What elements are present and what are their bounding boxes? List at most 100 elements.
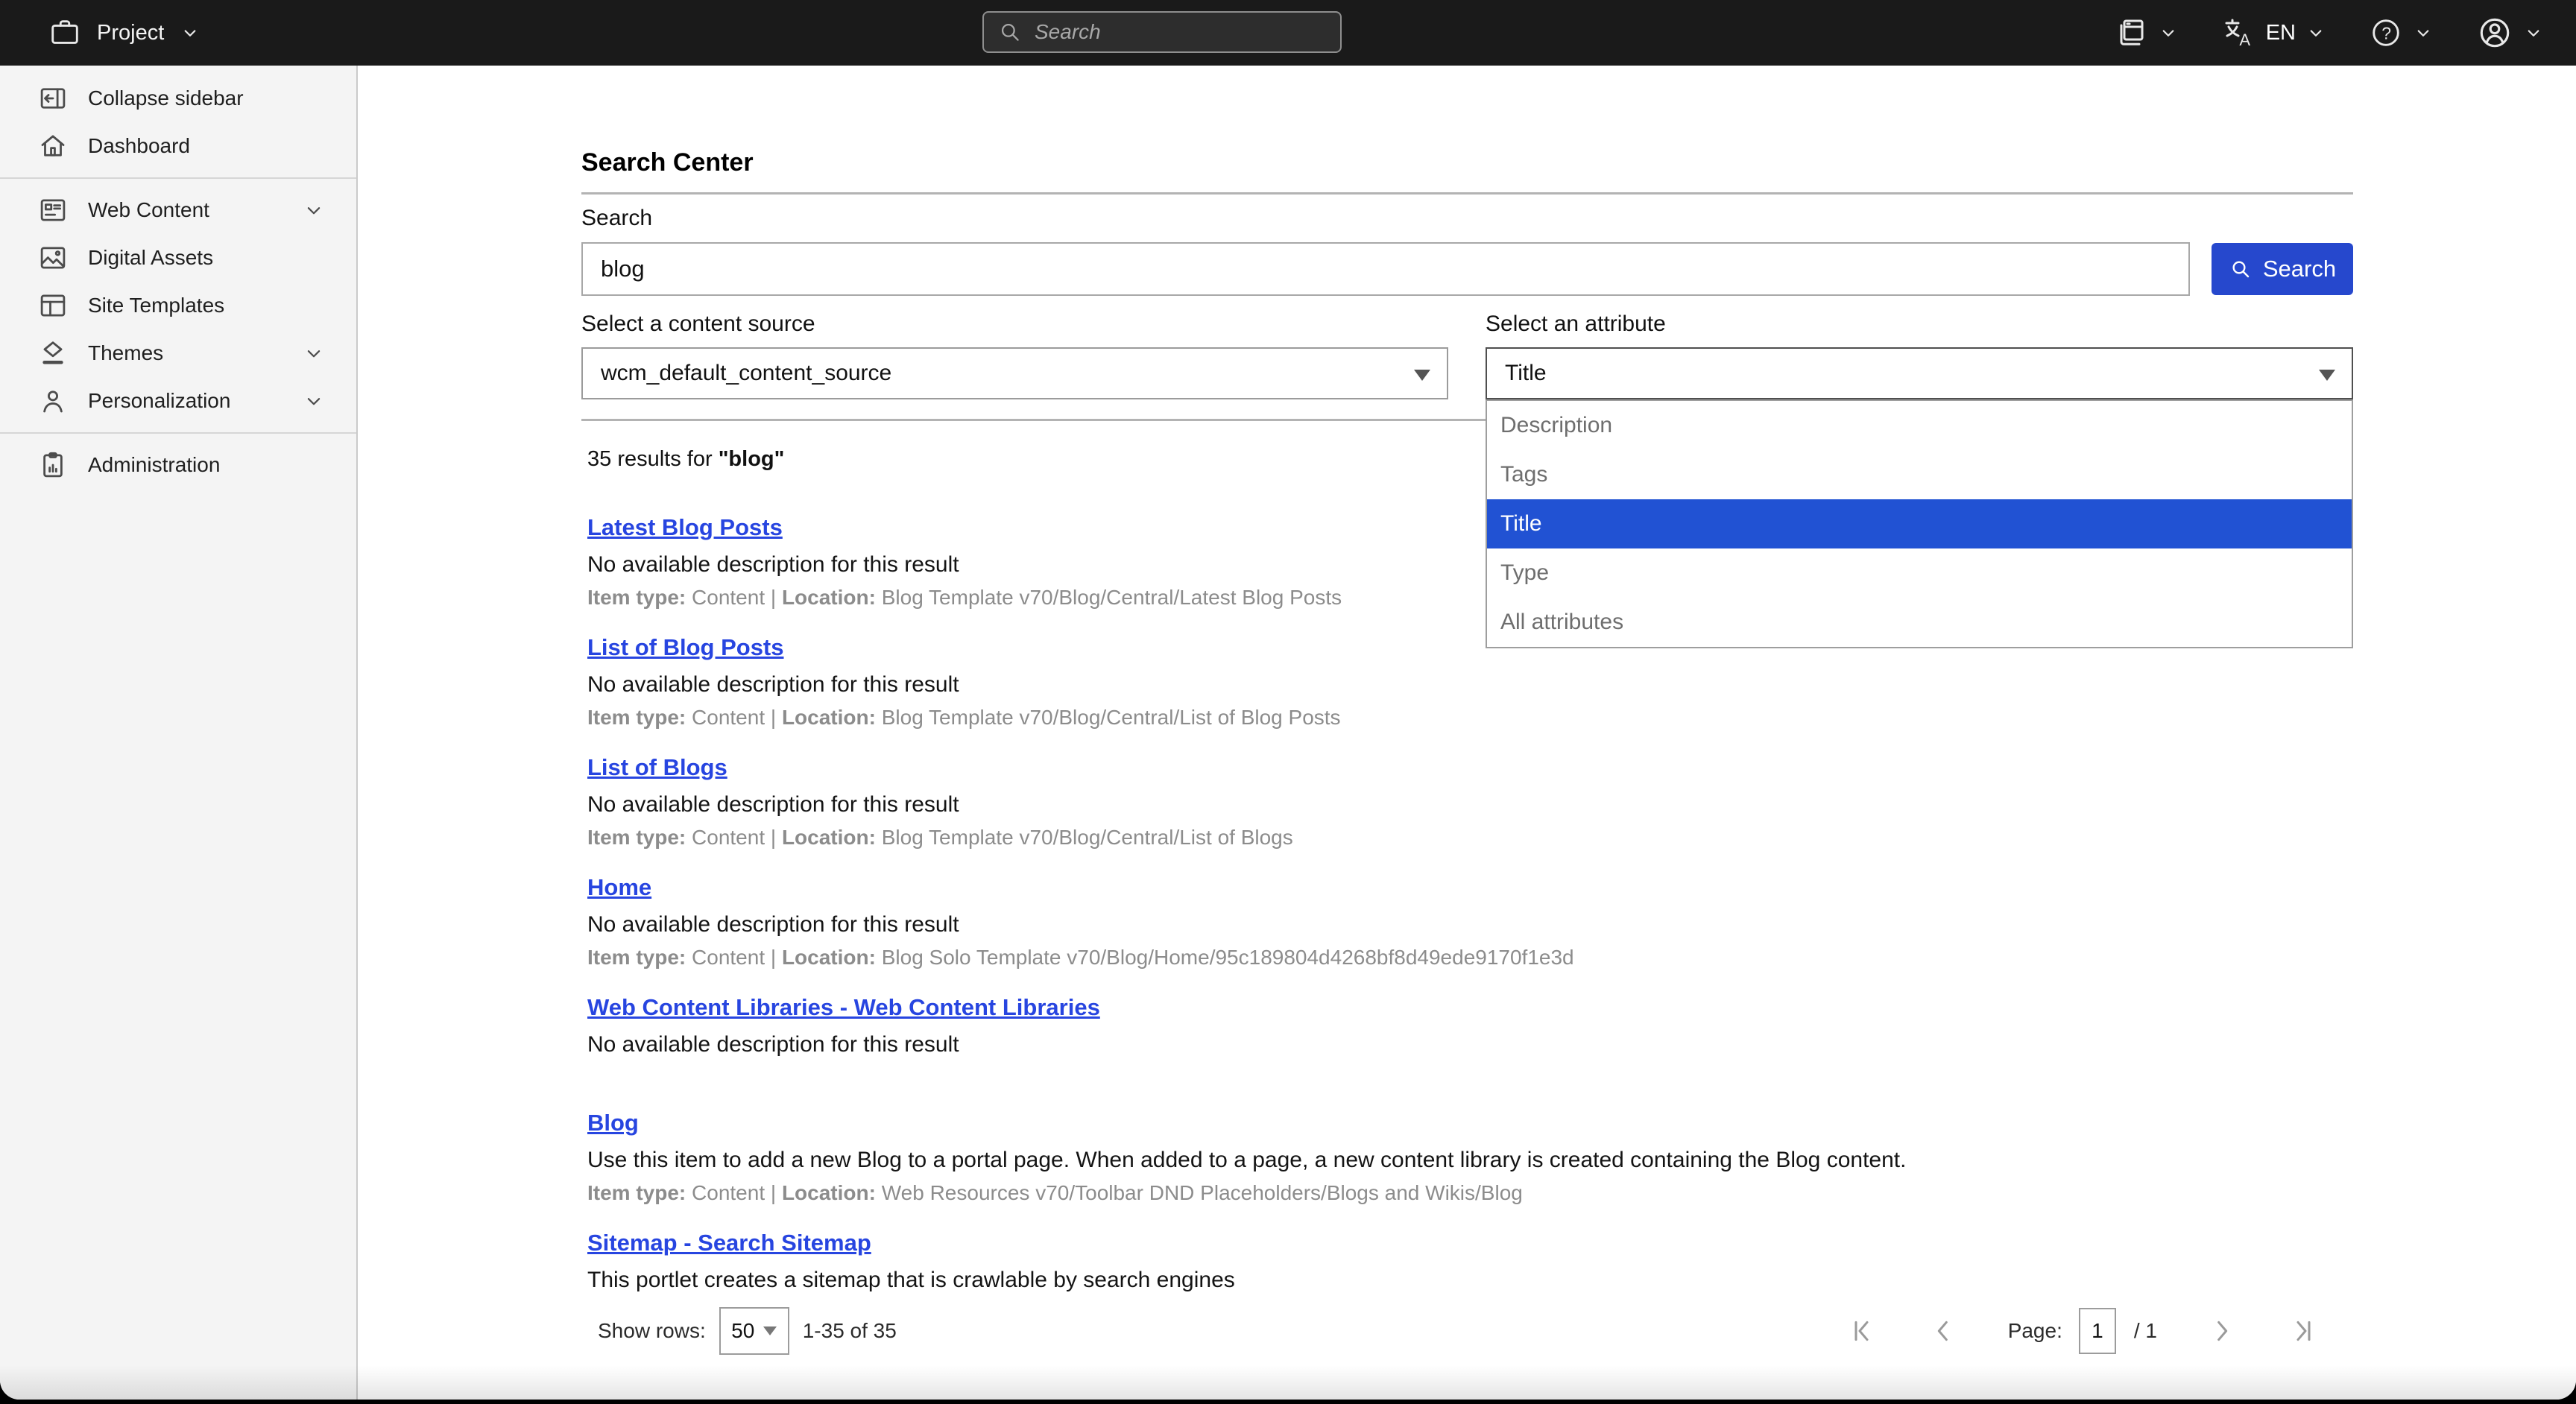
divider [581,192,2353,195]
result-description: No available description for this result [587,671,2302,698]
result-description: No available description for this result [587,791,2302,818]
main-content: Search Center Search Search Select a con… [358,66,2576,1400]
attribute-option[interactable]: Description [1487,401,2352,450]
content-source-label: Select a content source [581,312,815,337]
collapse-sidebar-icon [37,83,69,114]
attribute-select[interactable]: Title [1486,347,2353,399]
results-summary-query: "blog" [719,447,785,471]
sidebar-item-label: Dashboard [88,134,326,158]
sidebar-item-label: Collapse sidebar [88,86,326,110]
result-title-link[interactable]: Sitemap - Search Sitemap [587,1230,871,1256]
rows-control: Show rows: 50 1-35 of 35 [598,1298,897,1364]
project-label: Project [97,21,164,45]
content-source-select[interactable]: wcm_default_content_source [581,347,1448,399]
rows-per-page-select[interactable]: 50 [719,1307,789,1355]
page-number-input[interactable] [2079,1308,2116,1354]
sidebar-divider [0,177,356,179]
help-menu[interactable]: ? [2369,16,2434,50]
top-bar: Project A [0,0,2576,66]
svg-text:?: ? [2381,24,2391,43]
language-label: EN [2266,21,2296,45]
home-icon [37,130,69,162]
attribute-option[interactable]: Tags [1487,450,2352,499]
search-result-item: List of Blogs No available description f… [587,754,2302,850]
svg-text:A: A [2239,31,2250,49]
last-page-button[interactable] [2285,1315,2318,1347]
avatar-icon [2476,14,2513,51]
chevron-down-icon [2522,22,2545,44]
layout-icon [37,290,69,321]
sidebar-item-dashboard[interactable]: Dashboard [0,122,356,170]
next-page-button[interactable] [2205,1315,2238,1347]
sidebar-item-label: Site Templates [88,294,326,317]
search-result-item: Sitemap - Search Sitemap This portlet cr… [587,1230,2302,1294]
search-query-input[interactable] [581,242,2190,296]
chevron-down-icon[interactable] [301,197,326,223]
chevron-down-icon [2305,22,2327,44]
app-switcher-menu[interactable] [2112,15,2179,51]
sidebar-item-site-templates[interactable]: Site Templates [0,282,356,329]
global-search-box [982,11,1342,53]
rows-per-page-value: 50 [731,1319,754,1343]
search-result-item: Home No available description for this r… [587,874,2302,970]
result-meta: Item type: Content | Location: Web Resou… [587,1180,2302,1206]
chevron-down-icon [179,22,201,44]
clipboard-chart-icon [37,449,69,481]
user-menu[interactable] [2476,14,2545,51]
page-total: / 1 [2134,1319,2157,1343]
sidebar-item-label: Themes [88,341,282,365]
chevron-down-icon[interactable] [301,388,326,414]
global-search-input[interactable] [1033,19,1327,45]
language-menu[interactable]: A EN [2221,15,2327,51]
show-rows-label: Show rows: [598,1319,706,1343]
result-title-link[interactable]: List of Blog Posts [587,634,784,661]
attribute-option[interactable]: All attributes [1487,598,2352,647]
sidebar-item-digital-assets[interactable]: Digital Assets [0,234,356,282]
translate-icon: A [2221,15,2257,51]
attribute-option[interactable]: Type [1487,548,2352,598]
previous-page-button[interactable] [1928,1315,1960,1347]
attribute-option[interactable]: Title [1487,499,2352,548]
dropdown-arrow-icon [1414,370,1430,381]
page-title: Search Center [581,148,754,177]
search-result-item: List of Blog Posts No available descript… [587,634,2302,730]
first-page-button[interactable] [1847,1315,1880,1347]
search-button-label: Search [2263,256,2336,282]
results-summary: 35 results for "blog" [587,447,784,472]
result-meta: Item type: Content | Location: Blog Temp… [587,825,2302,850]
page-label: Page: [2008,1319,2062,1343]
search-result-item: Web Content Libraries - Web Content Libr… [587,994,2302,1058]
search-icon [997,19,1023,45]
result-meta: Item type: Content | Location: Blog Solo… [587,945,2302,970]
project-menu[interactable]: Project [48,0,201,66]
application-window: Project A [0,0,2576,1400]
result-title-link[interactable]: Blog [587,1110,639,1136]
search-result-item: Blog Use this item to add a new Blog to … [587,1110,2302,1206]
page-navigation: Page: / 1 [1847,1298,2318,1364]
sidebar-item-themes[interactable]: Themes [0,329,356,377]
help-icon: ? [2369,16,2403,50]
sidebar-item-label: Personalization [88,389,282,413]
sidebar-divider [0,432,356,434]
dropdown-arrow-icon [2319,370,2335,381]
result-title-link[interactable]: Web Content Libraries - Web Content Libr… [587,994,1100,1021]
sidebar-item-personalization[interactable]: Personalization [0,377,356,425]
sidebar-item-label: Web Content [88,198,282,222]
sidebar-item-collapse[interactable]: Collapse sidebar [0,75,356,122]
sidebar: Collapse sidebar Dashboard Web Content D… [0,66,358,1400]
result-title-link[interactable]: Home [587,874,651,901]
search-field-label: Search [581,206,652,231]
web-content-icon [37,195,69,226]
result-title-link[interactable]: Latest Blog Posts [587,514,783,541]
theme-icon [37,338,69,369]
app-switcher-icon [2112,15,2148,51]
chevron-down-icon[interactable] [301,341,326,366]
sidebar-item-label: Digital Assets [88,246,326,270]
sidebar-item-administration[interactable]: Administration [0,441,356,489]
result-title-link[interactable]: List of Blogs [587,754,727,781]
result-description: No available description for this result [587,911,2302,938]
attribute-dropdown-menu: DescriptionTagsTitleTypeAll attributes [1486,399,2353,648]
search-button[interactable]: Search [2212,243,2353,295]
results-range: 1-35 of 35 [803,1319,897,1343]
sidebar-item-web-content[interactable]: Web Content [0,186,356,234]
